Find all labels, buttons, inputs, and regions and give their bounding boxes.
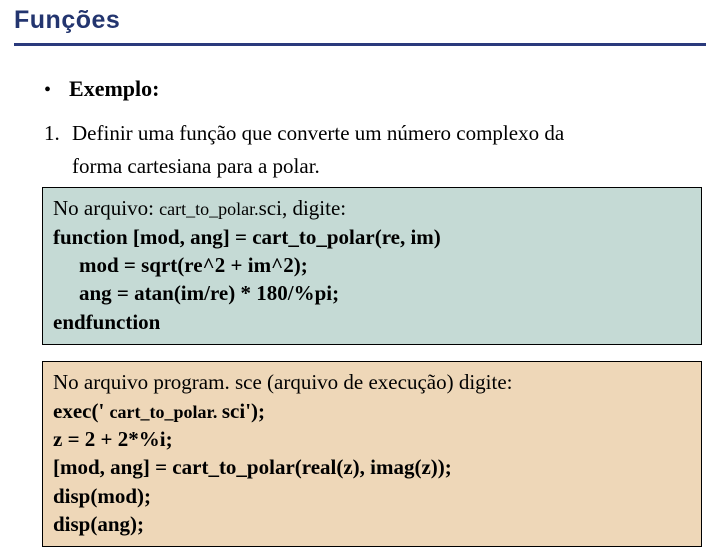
func-intro-prefix: No arquivo:	[53, 196, 159, 220]
prog-line-3: [mod, ang] = cart_to_polar(real(z), imag…	[53, 455, 452, 479]
prog-line-2: z = 2 + 2*%i;	[53, 427, 173, 451]
slide-title: Funções	[14, 6, 706, 46]
code-box-program: No arquivo program. sce (arquivo de exec…	[42, 361, 702, 547]
func-intro-filename: cart_to_polar.	[159, 199, 258, 219]
item-text-line2: forma cartesiana para a polar.	[72, 154, 706, 179]
example-label: Exemplo:	[69, 76, 159, 102]
item-text-line1: Definir uma função que converte um númer…	[72, 118, 564, 148]
prog-intro: No arquivo program. sce (arquivo de exec…	[53, 370, 513, 394]
bullet-row: • Exemplo:	[44, 76, 706, 102]
numbered-row: 1. Definir uma função que converte um nú…	[44, 118, 706, 148]
prog-line-5: disp(ang);	[53, 512, 144, 536]
func-intro-suffix: sci, digite:	[259, 196, 347, 220]
func-line-4: endfunction	[53, 310, 160, 334]
func-line-2: mod = sqrt(re^2 + im^2);	[53, 251, 691, 279]
prog-line-4: disp(mod);	[53, 484, 151, 508]
prog-line-1-c: sci');	[222, 399, 265, 423]
bullet-dot: •	[44, 79, 51, 102]
item-number: 1.	[44, 121, 64, 146]
prog-line-1-b: cart_to_polar.	[110, 402, 222, 422]
func-line-3: ang = atan(im/re) * 180/%pi;	[53, 279, 691, 307]
code-box-function: No arquivo: cart_to_polar.sci, digite: f…	[42, 187, 702, 345]
func-line-1: function [mod, ang] = cart_to_polar(re, …	[53, 225, 441, 249]
prog-line-1-a: exec('	[53, 399, 110, 423]
